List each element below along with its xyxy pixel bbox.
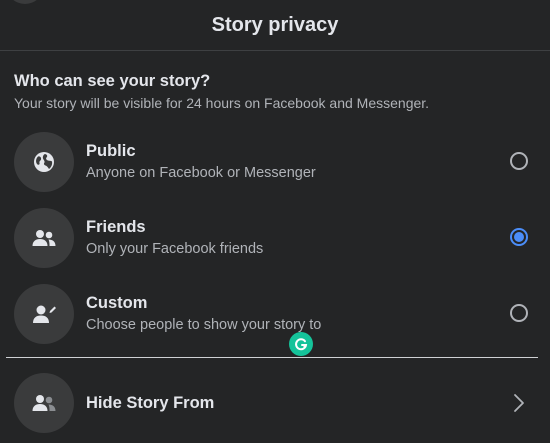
section-divider [6,357,538,358]
radio-custom[interactable] [510,304,528,322]
hide-story-label: Hide Story From [86,394,215,412]
option-label: Public [86,142,136,160]
option-friends[interactable]: Friends Only your Facebook friends [0,200,550,276]
option-custom[interactable]: Custom Choose people to show your story … [0,276,550,352]
hide-story-from-item[interactable]: Hide Story From [0,366,550,443]
option-description: Choose people to show your story to [86,317,322,333]
radio-public[interactable] [510,152,528,170]
story-privacy-dialog: Story privacy Who can see your story? Yo… [0,0,550,443]
option-public[interactable]: Public Anyone on Facebook or Messenger [0,124,550,200]
chevron-right-icon [510,392,528,414]
audience-heading: Who can see your story? [14,72,211,90]
custom-person-icon [14,284,74,344]
header-divider [0,50,550,51]
option-label: Custom [86,294,148,312]
option-label: Friends [86,218,146,236]
friends-icon [14,208,74,268]
radio-friends[interactable] [510,228,528,246]
globe-icon [14,132,74,192]
grammarly-icon[interactable] [289,332,313,356]
audience-subtitle: Your story will be visible for 24 hours … [14,95,430,111]
option-description: Anyone on Facebook or Messenger [86,165,316,181]
page-title: Story privacy [211,13,339,36]
option-description: Only your Facebook friends [86,241,264,257]
hide-people-icon [14,373,74,433]
dialog-header: Story privacy [0,0,550,50]
